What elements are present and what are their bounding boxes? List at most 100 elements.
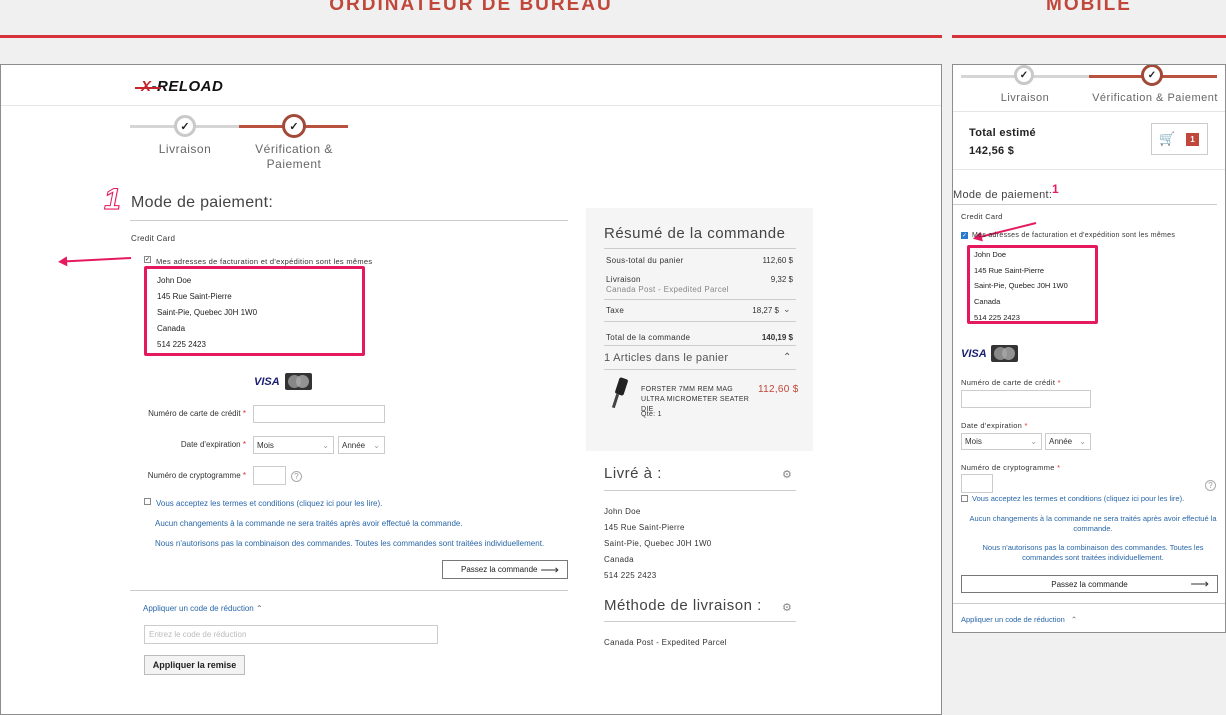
tax-value[interactable]: 18,27 $: [701, 306, 779, 315]
apply-discount-button[interactable]: Appliquer la remise: [144, 655, 245, 675]
step2-check-icon: ✓: [282, 114, 306, 138]
step2-label[interactable]: Vérification & Paiement: [1087, 91, 1223, 106]
product-price: 112,60 $: [758, 384, 799, 395]
payment-title: Mode de paiement:: [131, 194, 274, 211]
ship-to-line: Canada: [604, 555, 634, 564]
mastercard-icon: [991, 345, 1018, 362]
same-address-label[interactable]: Mes adresses de facturation et d'expédit…: [972, 232, 1175, 239]
card-number-label: Numéro de carte de crédit *: [148, 409, 246, 418]
desktop-heading-rule: [0, 35, 942, 38]
card-number-input[interactable]: [253, 405, 385, 423]
cvv-help-icon[interactable]: ?: [1205, 480, 1216, 491]
expiry-month-select[interactable]: Mois ⌄: [253, 436, 334, 454]
header-divider: [953, 111, 1225, 112]
same-address-checkbox[interactable]: ✓: [144, 256, 151, 263]
place-order-button[interactable]: Passez la commande ⟶: [961, 575, 1218, 593]
billing-address-line: Canada: [157, 324, 186, 333]
discount-divider: [130, 590, 568, 591]
cvv-input[interactable]: [253, 466, 286, 485]
order-change-notice: Aucun changements à la commande ne sera …: [155, 519, 463, 528]
card-number-input[interactable]: [961, 390, 1091, 408]
combine-orders-notice: Nous n'autorisons pas la combinaison des…: [155, 539, 545, 548]
gear-icon[interactable]: ⚙: [782, 468, 792, 481]
summary-divider: [604, 369, 796, 370]
ship-to-title: Livré à :: [604, 465, 662, 482]
terms-checkbox[interactable]: [144, 498, 151, 505]
place-order-label: Passez la commande: [1051, 579, 1128, 589]
gear-icon[interactable]: ⚙: [782, 601, 792, 614]
cvv-label: Numéro de cryptogramme *: [147, 471, 246, 480]
estimated-total-value: 142,56 $: [969, 145, 1015, 157]
step1-check-icon: ✓: [174, 115, 196, 137]
discount-toggle[interactable]: Appliquer un code de réduction ⌃: [961, 615, 1077, 624]
terms-link[interactable]: Vous acceptez les termes et conditions (…: [972, 494, 1184, 503]
step2-label[interactable]: Vérification & Paiement: [249, 142, 339, 172]
cvv-help-icon[interactable]: ?: [291, 471, 302, 482]
tax-chevron-down-icon[interactable]: ⌄: [783, 304, 791, 315]
cart-items-toggle[interactable]: 1 Articles dans le panier: [604, 352, 728, 364]
summary-divider: [953, 169, 1225, 170]
billing-address-line: 145 Rue Saint-Pierre: [157, 292, 232, 301]
place-order-label: Passez la commande: [461, 565, 538, 574]
arrow-right-icon: ⟶: [540, 562, 559, 577]
expiry-month-select[interactable]: Mois ⌄: [961, 433, 1042, 450]
expiry-year-select[interactable]: Année ⌄: [338, 436, 385, 454]
cvv-label: Numéro de cryptogramme *: [961, 463, 1061, 472]
ship-method-title: Méthode de livraison :: [604, 597, 762, 614]
mini-cart-button[interactable]: 🛒 1: [1151, 123, 1208, 155]
chevron-up-icon: ⌃: [255, 604, 263, 613]
place-order-button[interactable]: Passez la commande ⟶: [442, 560, 568, 579]
brand-logo[interactable]: X-RELOAD: [135, 78, 223, 95]
mobile-heading-rule: [952, 35, 1226, 38]
cart-count-badge: 1: [1186, 133, 1199, 146]
chevron-up-icon[interactable]: ⌃: [783, 352, 792, 363]
discount-code-input[interactable]: Entrez le code de réduction: [144, 625, 438, 644]
arrow-right-icon: ⟶: [1190, 576, 1209, 591]
ship-to-line: Saint-Pie, Quebec J0H 1W0: [604, 539, 712, 548]
header-divider: [1, 105, 941, 106]
cvv-input[interactable]: [961, 474, 993, 493]
billing-address-line: 514 225 2423: [157, 340, 206, 349]
expiry-year-select[interactable]: Année ⌄: [1045, 433, 1091, 450]
annotation-number: 1: [1052, 182, 1059, 196]
visa-icon: VISA: [254, 376, 280, 388]
shipping-method-text: Canada Post - Expedited Parcel: [606, 285, 729, 294]
visa-icon: VISA: [961, 348, 987, 360]
billing-address-line: John Doe: [157, 276, 192, 285]
billing-address-line: Saint-Pie, Quebec J0H 1W0: [974, 281, 1068, 290]
card-number-label: Numéro de carte de crédit *: [961, 378, 1061, 387]
chevron-up-icon: ⌃: [1070, 615, 1078, 624]
comparison-canvas: ORDINATEUR DE BUREAU MOBILE X-RELOAD ✓ ✓…: [0, 0, 1226, 715]
billing-address-line: Saint-Pie, Quebec J0H 1W0: [157, 308, 258, 317]
step1-label[interactable]: Livraison: [149, 142, 221, 157]
summary-divider: [604, 321, 796, 322]
summary-title: Résumé de la commande: [604, 225, 786, 242]
terms-checkbox[interactable]: [961, 495, 968, 502]
payment-method-label: Credit Card: [961, 212, 1003, 221]
payment-title: Mode de paiement:: [953, 189, 1053, 201]
estimated-total-label: Total estimé: [969, 127, 1036, 139]
payment-title-divider: [130, 220, 568, 221]
desktop-frame: X-RELOAD ✓ ✓ Livraison Vérification & Pa…: [0, 64, 942, 715]
step2-check-icon: ✓: [1141, 65, 1163, 86]
summary-divider: [604, 345, 796, 346]
payment-method-label: Credit Card: [131, 234, 176, 243]
same-address-label[interactable]: Mes adresses de facturation et d'expédit…: [156, 257, 372, 266]
annotation-number: 1: [104, 183, 122, 217]
same-address-checkbox[interactable]: ✓: [961, 232, 968, 239]
total-value: 140,19 $: [761, 333, 793, 342]
billing-address-line: Canada: [974, 297, 1001, 306]
cart-icon: 🛒: [1159, 131, 1176, 146]
product-thumbnail[interactable]: [609, 377, 629, 412]
expiry-label: Date d'expiration *: [961, 421, 1028, 430]
total-label: Total de la commande: [606, 333, 691, 342]
ship-to-line: John Doe: [604, 507, 641, 516]
terms-link[interactable]: Vous acceptez les termes et conditions (…: [156, 499, 382, 508]
step1-label[interactable]: Livraison: [989, 91, 1061, 106]
summary-divider: [604, 299, 796, 300]
summary-title-divider: [604, 248, 796, 249]
discount-toggle[interactable]: Appliquer un code de réduction ⌃: [143, 604, 263, 613]
ship-to-divider: [604, 490, 796, 491]
ship-method-value: Canada Post - Expedited Parcel: [604, 638, 727, 647]
ship-method-divider: [604, 621, 796, 622]
